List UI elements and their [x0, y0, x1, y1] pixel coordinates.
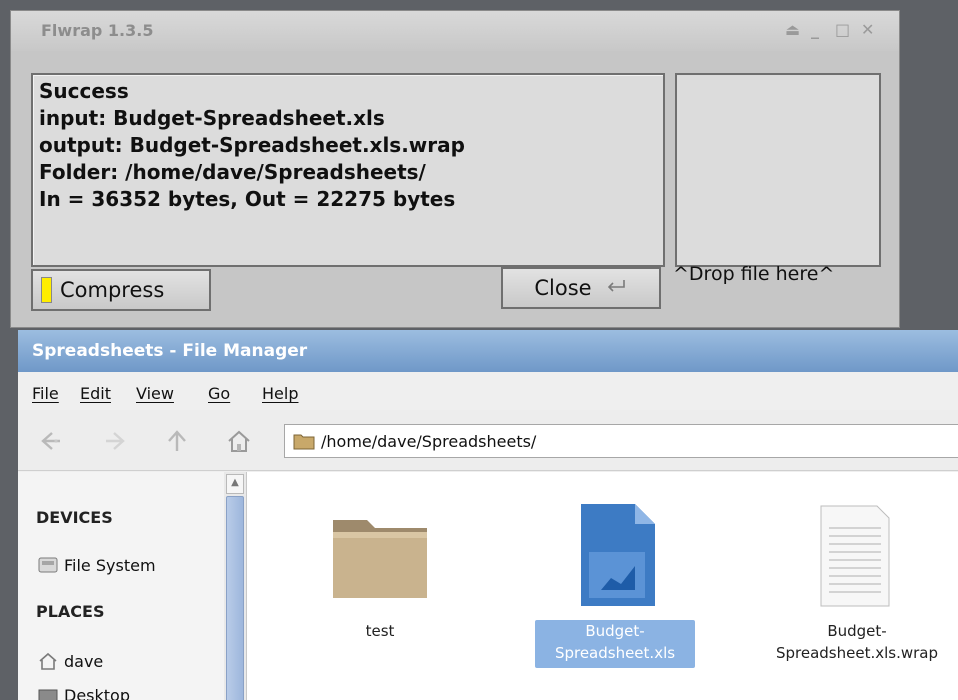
bytes-line: In = 36352 bytes, Out = 22275 bytes — [39, 187, 456, 211]
path-text: /home/dave/Spreadsheets/ — [321, 432, 537, 451]
close-icon[interactable]: ✕ — [861, 20, 874, 39]
output-line: output: Budget-Spreadsheet.xls.wrap — [39, 133, 465, 157]
drive-icon — [38, 556, 58, 574]
places-heading: PLACES — [36, 602, 105, 621]
flwrap-titlebar[interactable]: Flwrap 1.3.5 ⏏ _ □ ✕ — [11, 11, 899, 51]
back-icon[interactable] — [38, 428, 64, 454]
toolbar: /home/dave/Spreadsheets/ — [18, 410, 958, 471]
input-line: input: Budget-Spreadsheet.xls — [39, 106, 385, 130]
sidebar-item-desktop[interactable]: Desktop — [64, 686, 130, 700]
file-name-budget-xls[interactable]: Budget- Spreadsheet.xls — [535, 620, 695, 668]
menu-go[interactable]: Go — [208, 384, 230, 403]
text-file-icon[interactable] — [815, 502, 895, 610]
up-icon[interactable] — [164, 428, 190, 454]
status-message-box: Success input: Budget-Spreadsheet.xls ou… — [31, 73, 665, 267]
minimize-icon[interactable]: _ — [811, 20, 819, 39]
folder-line: Folder: /home/dave/Spreadsheets/ — [39, 160, 426, 184]
window-title: Spreadsheets - File Manager — [32, 341, 308, 361]
return-icon — [604, 278, 628, 299]
file-name-line: Budget- — [827, 622, 887, 640]
close-label: Close — [534, 276, 592, 300]
file-manager-window: Spreadsheets - File Manager File Edit Vi… — [18, 330, 958, 700]
menu-view[interactable]: View — [136, 384, 174, 403]
file-name-test[interactable]: test — [329, 620, 431, 642]
folder-icon — [293, 432, 315, 450]
menubar: File Edit View Go Help — [18, 372, 958, 411]
flwrap-window: Flwrap 1.3.5 ⏏ _ □ ✕ Success input: Budg… — [10, 10, 900, 328]
home-icon — [38, 652, 58, 670]
close-button[interactable]: Close — [501, 267, 661, 309]
file-name-line: Budget- — [585, 622, 645, 640]
fm-titlebar[interactable]: Spreadsheets - File Manager — [18, 330, 958, 372]
home-icon[interactable] — [226, 428, 252, 454]
scroll-up-icon[interactable]: ▲ — [226, 474, 244, 494]
eject-icon[interactable]: ⏏ — [785, 20, 800, 39]
menu-file[interactable]: File — [32, 384, 59, 403]
path-bar[interactable]: /home/dave/Spreadsheets/ — [284, 424, 958, 458]
file-name-line: Spreadsheet.xls.wrap — [775, 644, 939, 662]
sidebar-scrollbar[interactable]: ▲ — [224, 472, 247, 700]
drop-label: ^Drop file here^ — [673, 263, 835, 285]
sidebar: DEVICES File System PLACES dave Desktop — [18, 472, 225, 700]
compress-indicator — [41, 277, 52, 303]
window-title: Flwrap 1.3.5 — [41, 21, 154, 40]
status-line: Success — [39, 79, 129, 103]
drop-target[interactable] — [675, 73, 881, 267]
desktop-icon — [38, 688, 58, 700]
file-view: test Budget- Spreadsheet.xls Budget- Spr… — [247, 472, 958, 700]
compress-label: Compress — [60, 278, 165, 302]
forward-icon[interactable] — [102, 428, 128, 454]
compress-button[interactable]: Compress — [31, 269, 211, 311]
maximize-icon[interactable]: □ — [835, 20, 850, 39]
menu-help[interactable]: Help — [262, 384, 298, 403]
menu-edit[interactable]: Edit — [80, 384, 111, 403]
file-name-budget-wrap[interactable]: Budget- Spreadsheet.xls.wrap — [747, 620, 958, 664]
file-name-line: Spreadsheet.xls — [554, 644, 676, 662]
spreadsheet-icon[interactable] — [571, 500, 661, 610]
devices-heading: DEVICES — [36, 508, 113, 527]
sidebar-item-file-system[interactable]: File System — [64, 556, 156, 575]
folder-icon[interactable] — [329, 510, 431, 602]
scrollbar-thumb[interactable] — [226, 496, 244, 700]
sidebar-item-dave[interactable]: dave — [64, 652, 103, 671]
